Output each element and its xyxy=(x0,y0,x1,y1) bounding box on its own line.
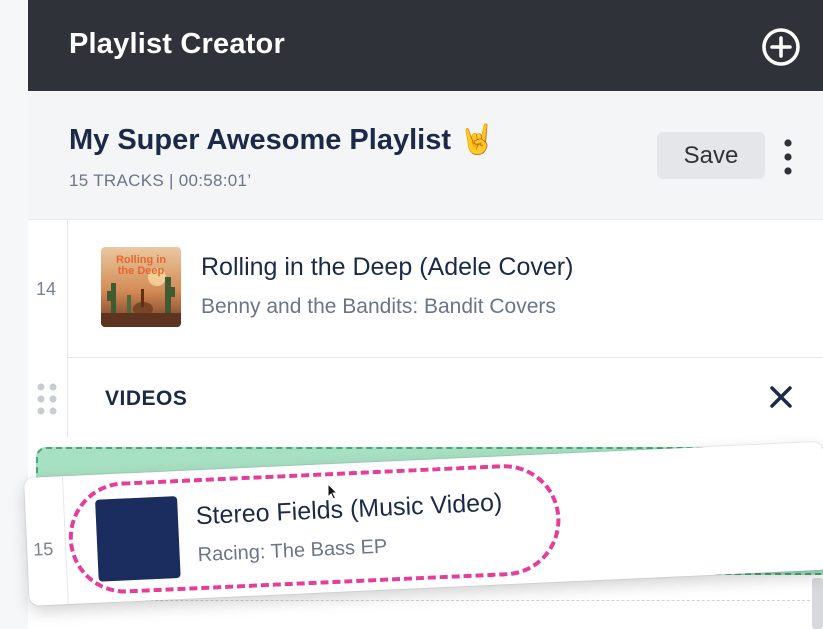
track-subtitle: Benny and the Bandits: Bandit Covers xyxy=(201,295,556,318)
track-row[interactable]: Rolling in the Deep Rolling in the Deep … xyxy=(67,220,823,358)
more-vertical-icon[interactable] xyxy=(780,137,796,177)
drop-placeholder-line xyxy=(70,600,810,601)
playlist-name: My Super Awesome Playlist xyxy=(69,124,451,156)
app-header: Playlist Creator xyxy=(28,0,823,91)
track-title: Rolling in the Deep (Adele Cover) xyxy=(201,253,574,281)
scrollbar-thumb[interactable] xyxy=(812,578,823,629)
playlist-meta: 15 TRACKS | 00:58:01’ xyxy=(69,171,252,190)
close-icon[interactable] xyxy=(768,384,794,410)
playlist-title: My Super Awesome Playlist 🤘 xyxy=(69,123,495,157)
left-gutter xyxy=(0,0,29,629)
track-number: 14 xyxy=(36,279,57,299)
cursor-icon xyxy=(327,483,339,500)
videos-section-header: VIDEOS xyxy=(67,358,823,438)
playlist-header: My Super Awesome Playlist 🤘 15 TRACKS | … xyxy=(28,91,823,220)
videos-label: VIDEOS xyxy=(105,387,188,410)
highlight-outline xyxy=(66,461,563,596)
card-divider xyxy=(61,476,69,605)
rock-hand-emoji: 🤘 xyxy=(459,124,496,156)
svg-text:the Deep: the Deep xyxy=(118,265,165,277)
save-button[interactable]: Save xyxy=(657,132,765,179)
track-number: 15 xyxy=(32,538,54,560)
plus-circle-icon[interactable] xyxy=(761,27,801,67)
album-art: Rolling in the Deep xyxy=(101,247,181,327)
drag-handle-icon[interactable] xyxy=(36,382,58,416)
app-title: Playlist Creator xyxy=(69,28,285,60)
